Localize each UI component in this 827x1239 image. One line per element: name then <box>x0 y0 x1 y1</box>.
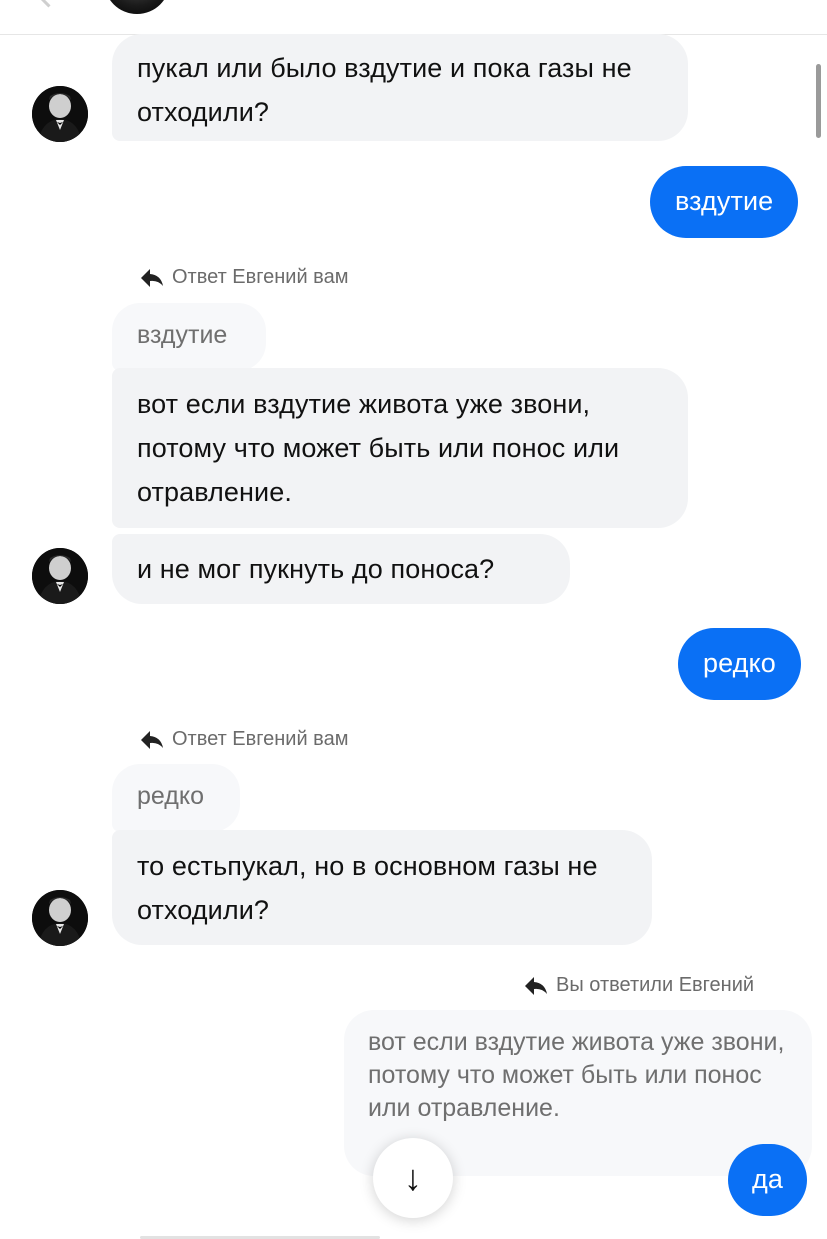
reply-label: Ответ Евгений вам <box>140 266 348 289</box>
message-text: вот если вздутие живота уже звони, потом… <box>137 389 620 507</box>
arrow-down-icon: ↓ <box>404 1157 422 1198</box>
reply-label-text: Ответ Евгений вам <box>172 266 349 288</box>
incoming-message[interactable]: то естьпукал, но в основном газы не отхо… <box>112 830 652 945</box>
message-text: и не мог пукнуть до поноса? <box>137 554 495 584</box>
message-text: то естьпукал, но в основном газы не отхо… <box>137 851 598 925</box>
message-text: да <box>752 1164 783 1194</box>
message-text: редко <box>703 648 776 678</box>
outgoing-message[interactable]: вздутие <box>650 166 799 238</box>
contact-avatar[interactable] <box>32 890 88 946</box>
contact-avatar[interactable] <box>32 86 88 142</box>
outgoing-message[interactable]: редко <box>678 628 801 700</box>
reply-arrow-icon <box>140 730 164 750</box>
incoming-message[interactable]: и не мог пукнуть до поноса? <box>112 534 570 604</box>
scrollbar[interactable] <box>816 64 821 138</box>
reply-arrow-icon <box>140 268 164 288</box>
outgoing-message[interactable]: да <box>728 1144 807 1216</box>
reply-arrow-icon <box>524 976 548 996</box>
quoted-message[interactable]: редко <box>112 764 240 832</box>
back-icon[interactable] <box>38 0 56 8</box>
header-avatar[interactable] <box>104 0 170 14</box>
message-text: вздутие <box>675 186 774 216</box>
incoming-message[interactable]: вот если вздутие живота уже звони, потом… <box>112 368 688 528</box>
reply-label: Ответ Евгений вам <box>140 728 348 751</box>
incoming-message[interactable]: пукал или было вздутие и пока газы не от… <box>112 34 688 141</box>
quote-text: вздутие <box>137 321 228 349</box>
quote-text: редко <box>137 782 204 810</box>
scroll-down-button[interactable]: ↓ <box>373 1138 453 1218</box>
reply-label: Вы ответили Евгений <box>524 974 754 997</box>
reply-label-text: Вы ответили Евгений <box>556 974 755 996</box>
message-text: пукал или было вздутие и пока газы не от… <box>137 53 632 127</box>
quoted-message[interactable]: вздутие <box>112 303 266 371</box>
contact-avatar[interactable] <box>32 548 88 604</box>
reply-label-text: Ответ Евгений вам <box>172 728 349 750</box>
chat-screen: пукал или было вздутие и пока газы не от… <box>0 0 827 1239</box>
quote-text: вот если вздутие живота уже звони, потом… <box>368 1028 785 1122</box>
